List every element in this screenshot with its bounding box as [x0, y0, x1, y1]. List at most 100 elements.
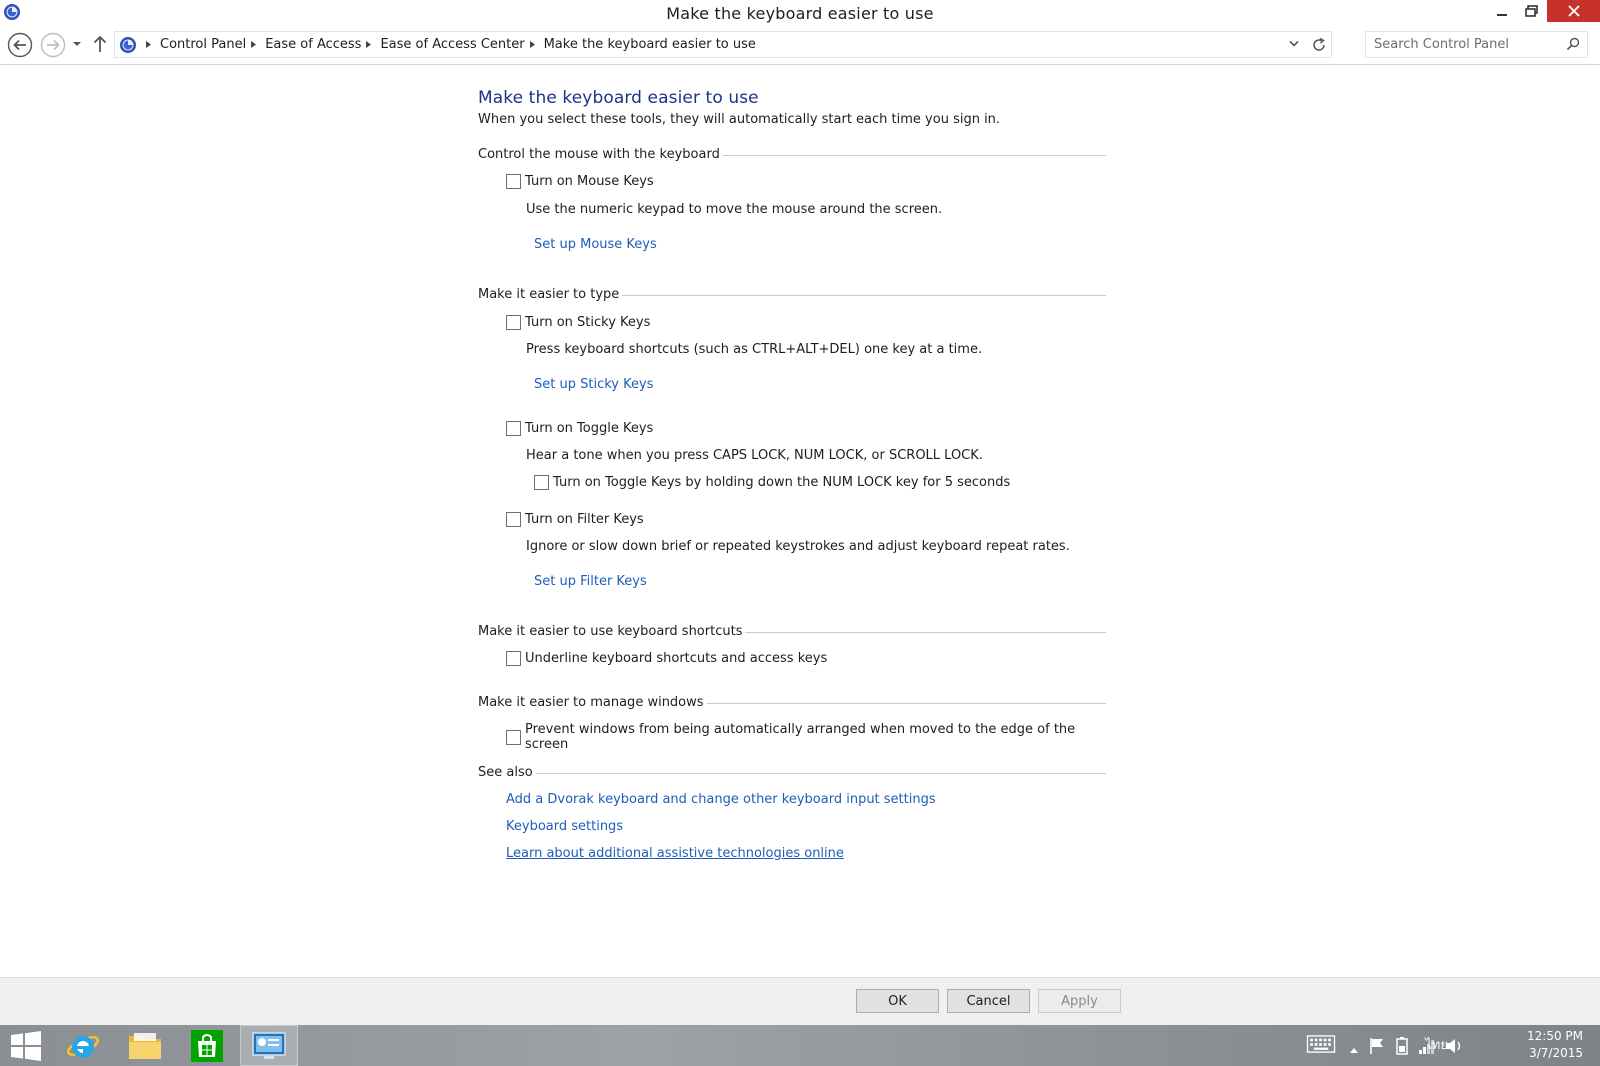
taskbar-control-panel[interactable] [240, 1025, 298, 1066]
section-divider [706, 703, 1106, 704]
page-title: Make the keyboard easier to use [478, 88, 759, 108]
sticky-keys-description: Press keyboard shortcuts (such as CTRL+A… [526, 342, 983, 357]
underline-shortcuts-checkbox-row[interactable]: Underline keyboard shortcuts and access … [506, 651, 827, 666]
start-button[interactable] [0, 1025, 52, 1066]
main-content: Make the keyboard easier to use When you… [478, 88, 1106, 861]
search-box[interactable] [1365, 31, 1588, 58]
section-heading-label: Make it easier to use keyboard shortcuts [478, 624, 743, 639]
mouse-keys-description: Use the numeric keypad to move the mouse… [526, 202, 943, 217]
toggle-keys-label[interactable]: Turn on Toggle Keys [525, 421, 653, 436]
prevent-arrange-checkbox-row[interactable]: Prevent windows from being automatically… [506, 722, 1106, 752]
filter-keys-label[interactable]: Turn on Filter Keys [525, 512, 644, 527]
section-heading-label: Control the mouse with the keyboard [478, 147, 720, 162]
window-title: Make the keyboard easier to use [666, 4, 934, 23]
section-heading-label: See also [478, 765, 533, 780]
section-divider [622, 295, 1106, 296]
restore-icon [1525, 5, 1538, 17]
sticky-keys-checkbox-row[interactable]: Turn on Sticky Keys [506, 315, 650, 330]
taskbar-internet-explorer[interactable] [54, 1025, 112, 1066]
prevent-arrange-checkbox[interactable] [506, 729, 521, 745]
toggle-keys-numlock-checkbox-row[interactable]: Turn on Toggle Keys by holding down the … [534, 475, 1010, 490]
control-panel-icon [120, 36, 136, 53]
chevron-right-icon[interactable] [366, 41, 372, 48]
chevron-down-icon[interactable] [1289, 40, 1299, 48]
clock-time: 12:50 PM [1527, 1029, 1583, 1043]
filter-keys-checkbox[interactable] [506, 512, 521, 527]
title-bar: Make the keyboard easier to use [0, 0, 1600, 27]
input-language-indicator[interactable]: ไทย [1425, 1037, 1448, 1054]
taskbar-clock[interactable]: 12:50 PM 3/7/2015 [1527, 1028, 1583, 1062]
breadcrumb-ease-of-access[interactable]: Ease of Access [265, 37, 361, 52]
show-hidden-icons-icon[interactable] [1349, 1041, 1359, 1059]
minimize-button[interactable] [1488, 0, 1515, 22]
windows-logo-icon [11, 1030, 41, 1061]
breadcrumb-control-panel[interactable]: Control Panel [160, 37, 246, 52]
mouse-keys-checkbox[interactable] [506, 174, 521, 189]
address-bar: Control Panel Ease of Access Ease of Acc… [0, 28, 1600, 65]
keyboard-settings-link[interactable]: Keyboard settings [506, 819, 623, 834]
breadcrumb-ease-of-access-center[interactable]: Ease of Access Center [380, 37, 524, 52]
minimize-icon [1496, 14, 1507, 16]
action-center-flag-icon[interactable] [1369, 1037, 1385, 1055]
set-up-mouse-keys-link[interactable]: Set up Mouse Keys [534, 237, 657, 252]
search-input[interactable] [1366, 32, 1551, 57]
up-arrow-icon[interactable] [91, 34, 109, 54]
breadcrumb-current-page[interactable]: Make the keyboard easier to use [544, 37, 756, 52]
recent-locations-icon[interactable] [71, 38, 83, 50]
forward-arrow-icon[interactable] [40, 32, 66, 58]
section-heading-windows: Make it easier to manage windows [478, 695, 1106, 710]
dialog-footer: OK Cancel Apply [0, 977, 1600, 1025]
prevent-arrange-label[interactable]: Prevent windows from being automatically… [525, 722, 1106, 752]
battery-icon[interactable] [1394, 1037, 1410, 1055]
section-heading-shortcuts: Make it easier to use keyboard shortcuts [478, 624, 1106, 639]
section-heading-typing: Make it easier to type [478, 287, 1106, 302]
set-up-sticky-keys-link[interactable]: Set up Sticky Keys [534, 377, 653, 392]
internet-explorer-icon [67, 1035, 99, 1058]
sticky-keys-label[interactable]: Turn on Sticky Keys [525, 315, 650, 330]
underline-shortcuts-checkbox[interactable] [506, 651, 521, 666]
taskbar: ไทย 12:50 PM 3/7/2015 [0, 1025, 1600, 1066]
chevron-right-icon[interactable] [251, 41, 257, 48]
clock-date: 3/7/2015 [1529, 1046, 1583, 1060]
section-heading-label: Make it easier to type [478, 287, 620, 302]
filter-keys-description: Ignore or slow down brief or repeated ke… [526, 539, 1070, 554]
back-arrow-icon[interactable] [7, 32, 33, 58]
section-divider [535, 773, 1106, 774]
section-heading-mouse: Control the mouse with the keyboard [478, 147, 1106, 162]
underline-shortcuts-label[interactable]: Underline keyboard shortcuts and access … [525, 651, 827, 666]
breadcrumb[interactable]: Control Panel Ease of Access Ease of Acc… [114, 31, 1332, 58]
section-divider [722, 155, 1106, 156]
toggle-keys-numlock-label[interactable]: Turn on Toggle Keys by holding down the … [553, 475, 1010, 490]
taskbar-file-explorer[interactable] [116, 1025, 174, 1066]
assistive-technologies-link[interactable]: Learn about additional assistive technol… [506, 846, 844, 861]
dvorak-keyboard-link[interactable]: Add a Dvorak keyboard and change other k… [506, 792, 936, 807]
mouse-keys-label[interactable]: Turn on Mouse Keys [525, 174, 654, 189]
sticky-keys-checkbox[interactable] [506, 315, 521, 330]
apply-button[interactable]: Apply [1038, 989, 1121, 1013]
set-up-filter-keys-link[interactable]: Set up Filter Keys [534, 574, 647, 589]
section-heading-see-also: See also [478, 765, 1106, 780]
search-icon[interactable] [1566, 37, 1580, 51]
close-button[interactable] [1547, 0, 1600, 22]
cancel-button[interactable]: Cancel [947, 989, 1030, 1013]
section-heading-label: Make it easier to manage windows [478, 695, 704, 710]
store-icon [191, 1029, 223, 1062]
toggle-keys-checkbox-row[interactable]: Turn on Toggle Keys [506, 421, 653, 436]
folder-icon [129, 1032, 161, 1059]
mouse-keys-checkbox-row[interactable]: Turn on Mouse Keys [506, 174, 654, 189]
toggle-keys-checkbox[interactable] [506, 421, 521, 436]
chevron-right-icon[interactable] [529, 41, 535, 48]
page-subtitle: When you select these tools, they will a… [478, 112, 1001, 127]
restore-button[interactable] [1518, 0, 1545, 22]
close-icon [1567, 5, 1580, 17]
section-divider [745, 632, 1106, 633]
taskbar-store[interactable] [178, 1025, 236, 1066]
filter-keys-checkbox-row[interactable]: Turn on Filter Keys [506, 512, 644, 527]
toggle-keys-numlock-checkbox[interactable] [534, 475, 549, 490]
ok-button[interactable]: OK [856, 989, 939, 1013]
control-panel-icon [252, 1031, 286, 1059]
chevron-right-icon[interactable] [146, 41, 151, 48]
toggle-keys-description: Hear a tone when you press CAPS LOCK, NU… [526, 448, 983, 463]
refresh-icon[interactable] [1311, 37, 1327, 53]
touch-keyboard-icon[interactable] [1305, 1035, 1337, 1053]
